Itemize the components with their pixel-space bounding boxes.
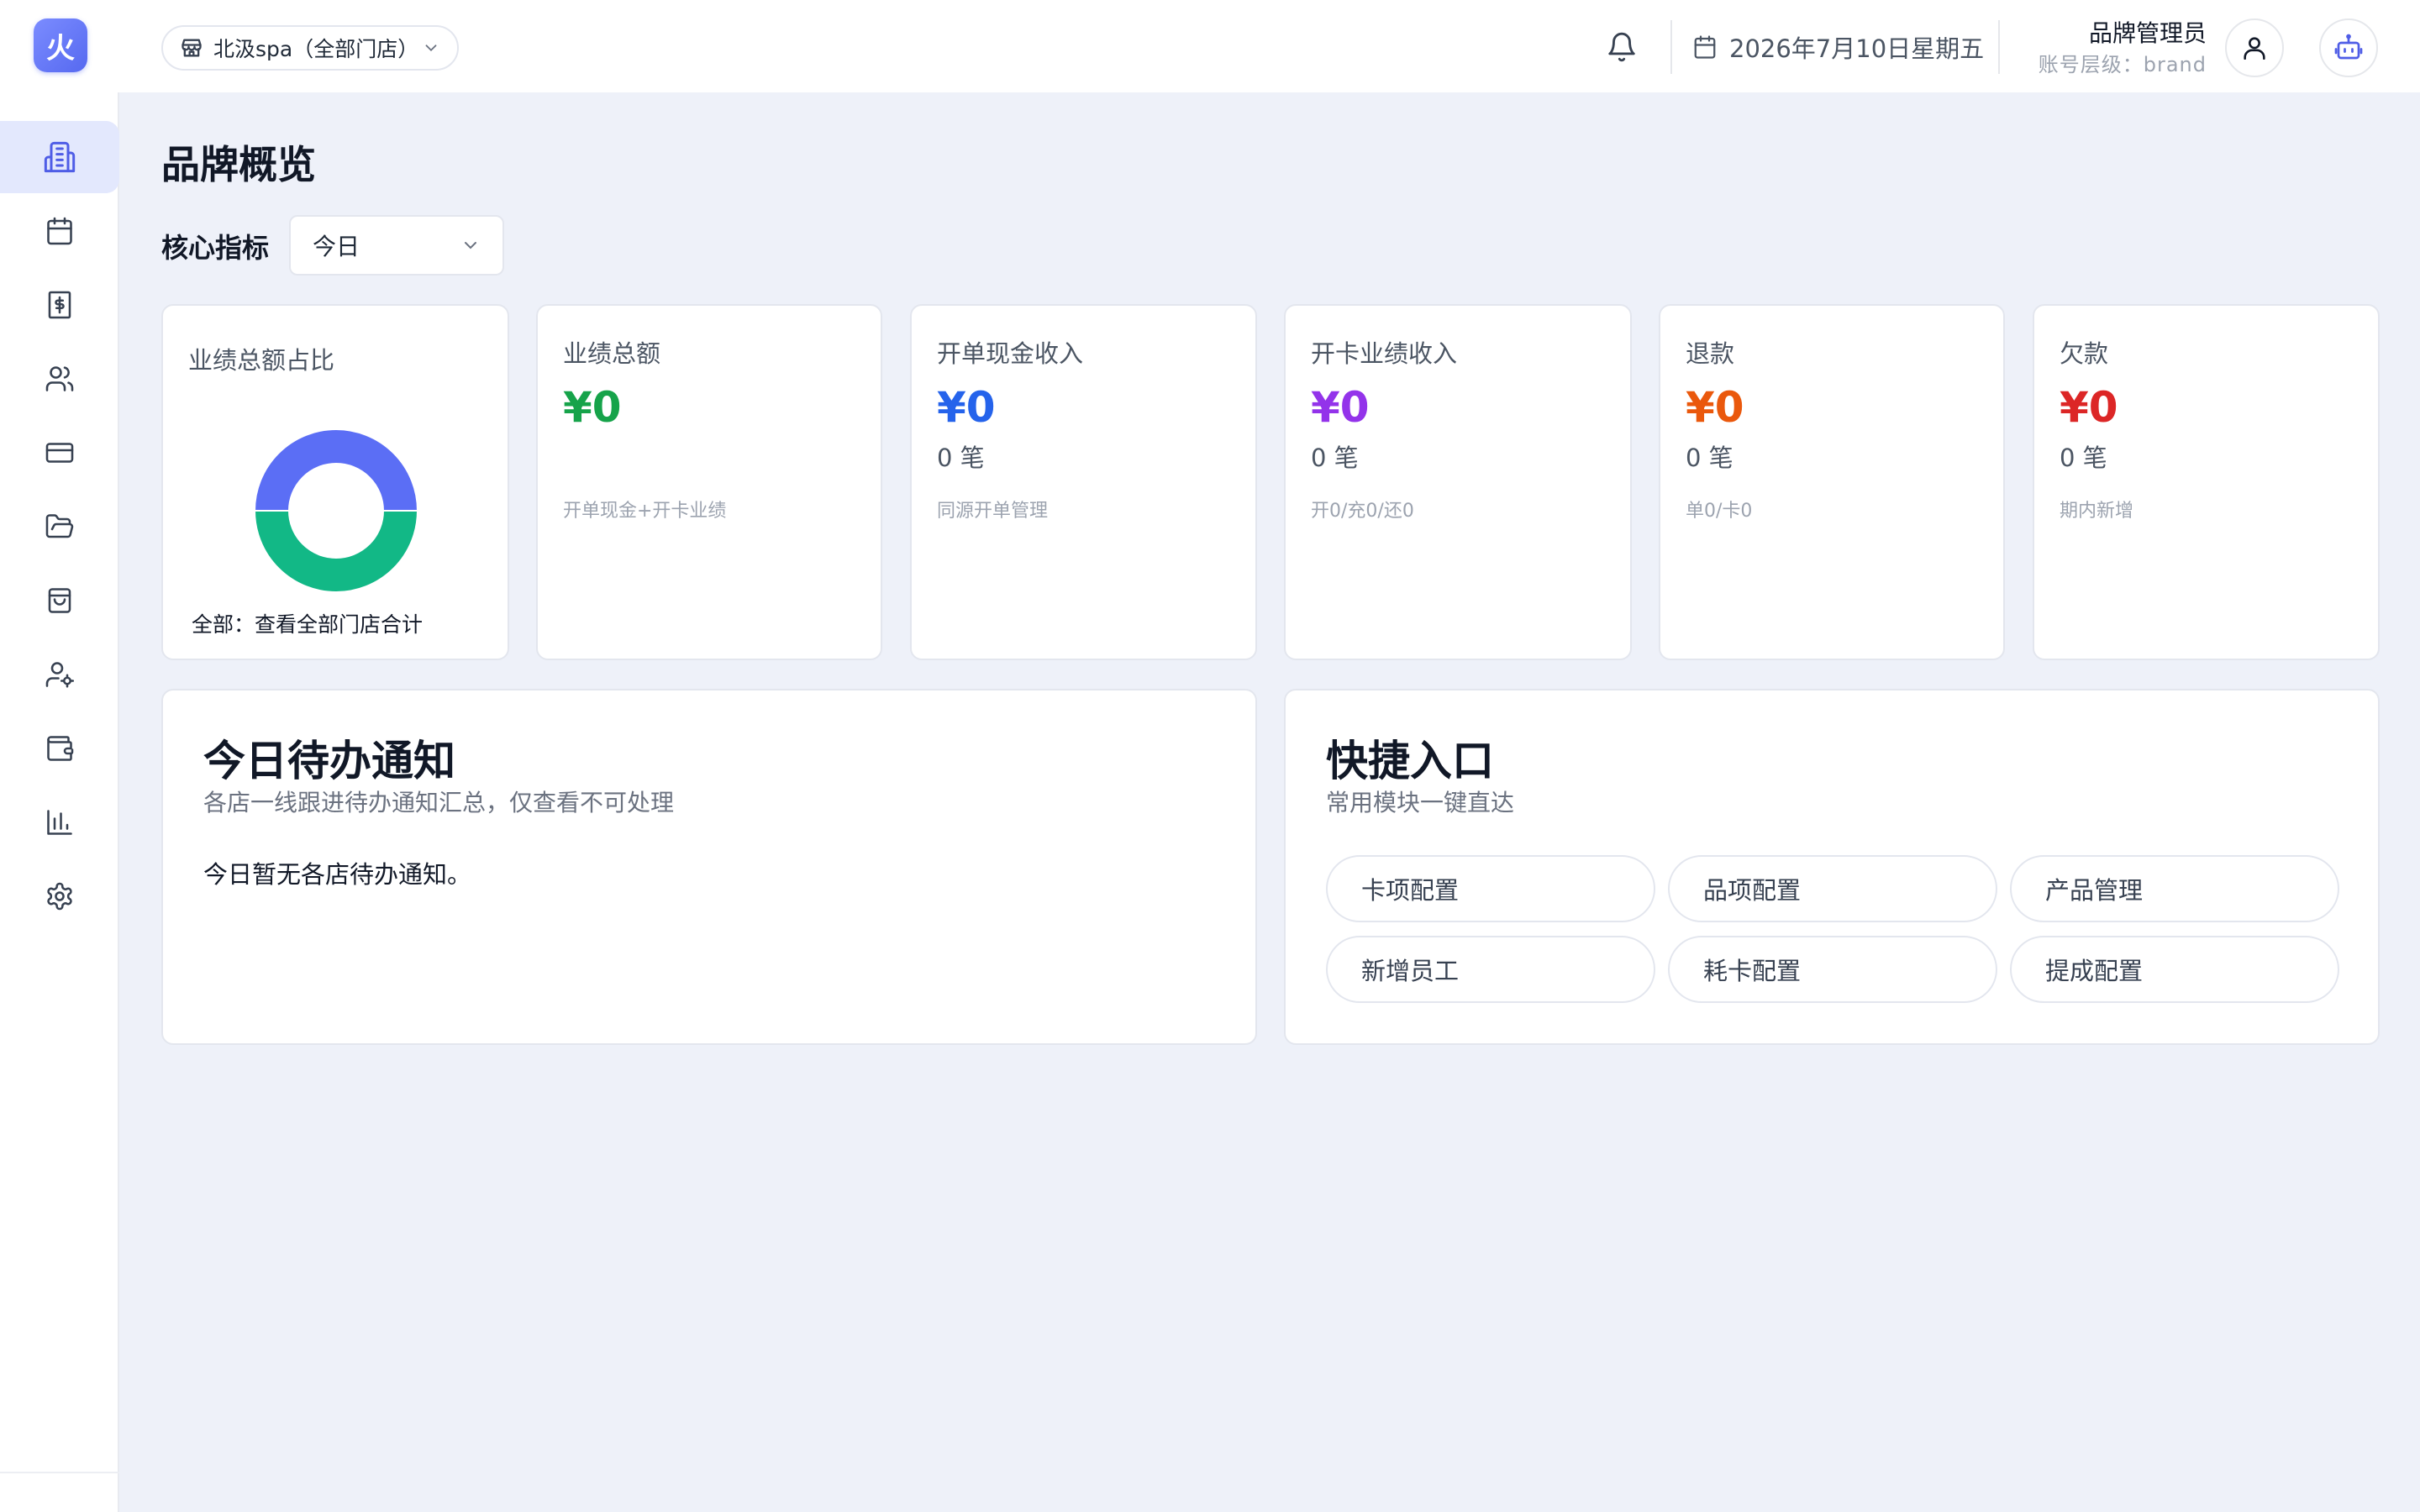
panel-title: 快捷入口 [1326, 737, 1494, 785]
panel-subtitle: 常用模块一键直达 [1326, 789, 1515, 816]
user-name: 品牌管理员 [2088, 19, 2207, 47]
metric-card-debt: 欠款 ¥0 0 笔 期内新增 [2033, 304, 2380, 660]
period-select-value: 今日 [313, 233, 360, 260]
quick-item-config-button[interactable]: 品项配置 [1668, 855, 1997, 922]
card-note: 同源开单管理 [937, 501, 1049, 522]
sidebar-item-calendar[interactable] [0, 195, 119, 267]
panel-subtitle: 各店一线跟进待办通知汇总，仅查看不可处理 [203, 789, 675, 816]
card-note: 单0/卡0 [1686, 501, 1753, 522]
user-icon [2240, 34, 2269, 62]
metric-card-cash: 开单现金收入 ¥0 0 笔 同源开单管理 [910, 304, 1257, 660]
empty-state-text: 今日暂无各店待办通知。 [203, 860, 472, 889]
share-card: 业绩总额占比 全部：查看全部门店合计 [161, 304, 509, 660]
store-icon [180, 36, 203, 60]
sidebar-item-wallet[interactable] [0, 712, 119, 785]
user-info: 品牌管理员 账号层级：brand [2039, 17, 2207, 79]
card-count: 0 笔 [1686, 444, 1733, 472]
donut-segment-0 [254, 428, 418, 512]
metric-card-card-sales: 开卡业绩收入 ¥0 0 笔 开0/充0/还0 [1284, 304, 1632, 660]
wallet-icon [45, 733, 75, 764]
calendar-icon [1692, 34, 1718, 60]
shopping-bag-icon [45, 585, 75, 616]
card-title: 退款 [1686, 339, 1735, 368]
sidebar-item-staff[interactable] [0, 638, 119, 711]
card-title: 开单现金收入 [937, 339, 1084, 368]
donut-chart [254, 428, 418, 593]
page-title: 品牌概览 [161, 142, 316, 187]
card-value: ¥0 [1686, 383, 1744, 432]
quick-commission-config-button[interactable]: 提成配置 [2010, 936, 2339, 1003]
assistant-button[interactable] [2319, 18, 2378, 77]
sidebar-item-customers[interactable] [0, 343, 119, 415]
metric-card-refund: 退款 ¥0 0 笔 单0/卡0 [1659, 304, 2005, 660]
card-value: ¥0 [563, 383, 622, 432]
quick-product-button[interactable]: 产品管理 [2010, 855, 2339, 922]
donut-segment-1 [254, 510, 418, 593]
settings-icon [45, 881, 75, 911]
robot-icon [2333, 33, 2364, 63]
users-icon [45, 364, 75, 394]
quick-entry-panel: 快捷入口 常用模块一键直达 卡项配置 品项配置 产品管理 新增员工 耗卡配置 提… [1284, 689, 2380, 1045]
card-value: ¥0 [2060, 383, 2118, 432]
sidebar-item-overview[interactable] [0, 121, 119, 193]
user-level: 账号层级：brand [2038, 53, 2207, 76]
quick-add-staff-button[interactable]: 新增员工 [1326, 936, 1655, 1003]
quick-consume-config-button[interactable]: 耗卡配置 [1668, 936, 1997, 1003]
card-title: 业绩总额 [563, 339, 661, 368]
divider [1998, 20, 2000, 74]
card-count: 0 笔 [2060, 444, 2107, 472]
card-title: 业绩总额占比 [188, 346, 335, 375]
bell-icon[interactable] [1603, 29, 1640, 66]
sidebar-item-billing[interactable] [0, 269, 119, 341]
quick-card-config-button[interactable]: 卡项配置 [1326, 855, 1655, 922]
card-note: 开0/充0/还0 [1311, 501, 1414, 522]
dollar-receipt-icon [45, 290, 75, 320]
divider [1670, 20, 1672, 74]
chevron-down-icon [422, 39, 440, 57]
card-count: 0 笔 [937, 444, 985, 472]
store-select[interactable]: 北汲spa（全部门店） [161, 25, 459, 71]
sidebar-item-files[interactable] [0, 491, 119, 563]
sidebar-item-products[interactable] [0, 564, 119, 637]
bar-chart-icon [45, 807, 75, 837]
folder-open-icon [45, 512, 75, 542]
app-logo[interactable]: 火 [34, 18, 87, 72]
building-icon [43, 140, 76, 174]
date-display: 2026年7月10日星期五 [1692, 25, 1984, 69]
sidebar-item-settings[interactable] [0, 860, 119, 932]
card-value: ¥0 [937, 383, 996, 432]
panel-title: 今日待办通知 [203, 737, 455, 785]
divider [0, 1472, 119, 1473]
date-text: 2026年7月10日星期五 [1729, 34, 1985, 63]
store-select-value: 北汲spa（全部门店） [213, 37, 419, 61]
calendar-icon [45, 216, 75, 246]
donut-caption: 全部：查看全部门店合计 [192, 612, 424, 637]
chevron-down-icon [460, 235, 481, 255]
top-bar: 火 北汲spa（全部门店） 2026年7月10日星期五 品牌管理员 账号层级：b… [0, 0, 2420, 92]
card-value: ¥0 [1311, 383, 1370, 432]
todo-panel: 今日待办通知 各店一线跟进待办通知汇总，仅查看不可处理 今日暂无各店待办通知。 [161, 689, 1257, 1045]
metric-card-total: 业绩总额 ¥0 开单现金+开卡业绩 [536, 304, 882, 660]
sidebar-item-reports[interactable] [0, 786, 119, 858]
card-note: 期内新增 [2060, 501, 2134, 522]
avatar[interactable] [2225, 18, 2284, 77]
period-select[interactable]: 今日 [289, 215, 504, 276]
card-title: 开卡业绩收入 [1311, 339, 1458, 368]
sidebar-item-cards[interactable] [0, 417, 119, 489]
user-cog-icon [45, 659, 75, 690]
metrics-label: 核心指标 [161, 232, 270, 264]
card-note: 开单现金+开卡业绩 [563, 501, 727, 522]
card-count: 0 笔 [1311, 444, 1359, 472]
card-title: 欠款 [2060, 339, 2109, 368]
credit-card-icon [45, 438, 75, 468]
sidebar [0, 92, 119, 1512]
logo-glyph: 火 [46, 31, 75, 66]
